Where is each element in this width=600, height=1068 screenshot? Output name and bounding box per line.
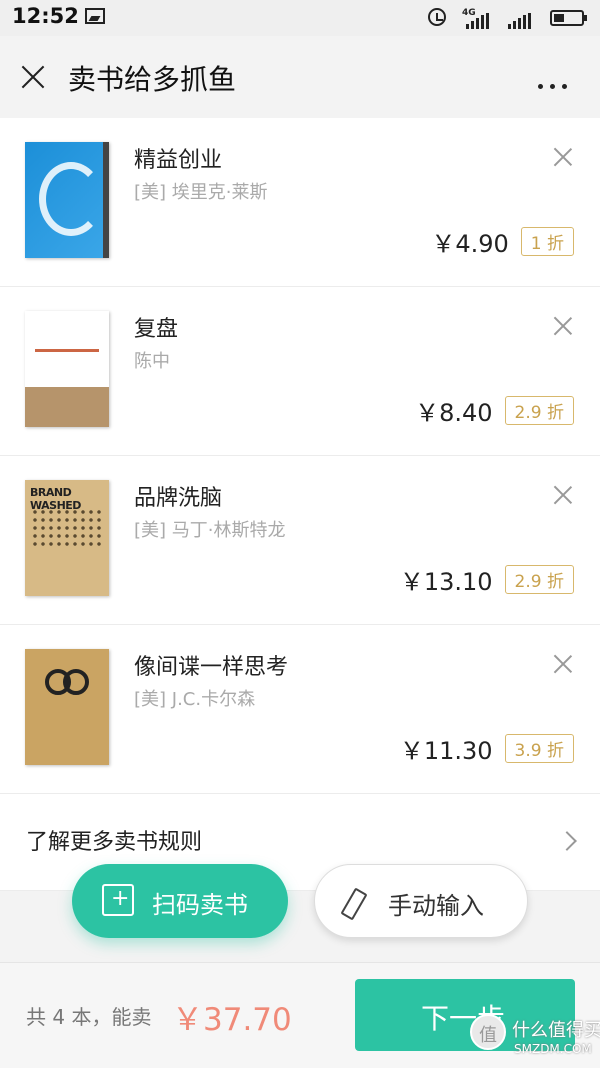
book-list: 精益创业 [美] 埃里克·莱斯 ￥4.90 1 折 复盘 陈中 ￥8.40 2.… — [0, 118, 600, 891]
manual-input-label: 手动输入 — [388, 892, 484, 920]
alarm-icon — [428, 8, 446, 26]
scan-icon — [102, 884, 134, 916]
book-author: 陈中 — [134, 351, 170, 372]
scan-sell-label: 扫码卖书 — [152, 891, 248, 919]
sell-summary: 共 4 本，能卖 — [26, 1005, 152, 1029]
pencil-icon — [340, 887, 368, 921]
book-price: ￥13.10 — [399, 568, 493, 596]
signal-icon — [466, 10, 491, 29]
book-title: 复盘 — [134, 317, 179, 342]
book-author: [美] 马丁·林斯特龙 — [134, 520, 286, 541]
sell-rules-label: 了解更多卖书规则 — [26, 830, 203, 855]
battery-icon — [550, 10, 587, 26]
book-author: [美] J.C.卡尔森 — [134, 689, 256, 710]
watermark-logo-icon — [470, 1014, 506, 1050]
book-cover-image: BRAND WASHED — [25, 480, 109, 596]
remove-book-icon[interactable] — [554, 317, 572, 335]
scan-sell-button[interactable]: 扫码卖书 — [72, 864, 288, 938]
close-icon[interactable] — [20, 64, 46, 90]
page-title: 卖书给多抓鱼 — [68, 63, 237, 96]
book-cover-image — [25, 311, 109, 427]
remove-book-icon[interactable] — [554, 148, 572, 166]
discount-badge: 3.9 折 — [504, 734, 574, 763]
book-author: [美] 埃里克·莱斯 — [134, 182, 268, 203]
price-row: ￥13.10 2.9 折 — [400, 562, 574, 597]
chevron-right-icon — [557, 831, 577, 851]
more-options-icon[interactable] — [538, 74, 574, 93]
book-cover-image — [25, 649, 109, 765]
remove-book-icon[interactable] — [554, 655, 572, 673]
price-row: ￥11.30 3.9 折 — [400, 731, 574, 766]
watermark-title: 什么值得买 — [512, 1020, 600, 1041]
status-bar: 12:52 4G — [0, 0, 600, 36]
bottom-bar: 共 4 本，能卖 ￥37.70 下一步 — [0, 962, 600, 1068]
discount-badge: 2.9 折 — [504, 565, 574, 594]
total-price: ￥37.70 — [172, 1002, 292, 1038]
book-item: 像间谍一样思考 [美] J.C.卡尔森 ￥11.30 3.9 折 — [0, 625, 600, 794]
gallery-icon — [85, 8, 105, 24]
book-item: BRAND WASHED 品牌洗脑 [美] 马丁·林斯特龙 ￥13.10 2.9… — [0, 456, 600, 625]
book-price: ￥8.40 — [415, 399, 493, 427]
book-price: ￥4.90 — [431, 230, 509, 258]
manual-input-button[interactable]: 手动输入 — [314, 864, 528, 938]
signal-icon-2 — [508, 10, 533, 29]
book-item: 精益创业 [美] 埃里克·莱斯 ￥4.90 1 折 — [0, 118, 600, 287]
book-title: 精益创业 — [134, 148, 223, 173]
book-title: 品牌洗脑 — [134, 486, 223, 511]
book-cover-image — [25, 142, 109, 258]
book-price: ￥11.30 — [399, 737, 493, 765]
watermark-domain: SMZDM.COM — [514, 1042, 592, 1056]
remove-book-icon[interactable] — [554, 486, 572, 504]
discount-badge: 2.9 折 — [504, 396, 574, 425]
price-row: ￥4.90 1 折 — [431, 224, 574, 259]
app-header: 卖书给多抓鱼 — [0, 36, 600, 118]
book-item: 复盘 陈中 ￥8.40 2.9 折 — [0, 287, 600, 456]
status-time: 12:52 — [12, 4, 79, 28]
price-row: ￥8.40 2.9 折 — [415, 393, 574, 428]
discount-badge: 1 折 — [520, 227, 574, 256]
book-title: 像间谍一样思考 — [134, 655, 289, 680]
